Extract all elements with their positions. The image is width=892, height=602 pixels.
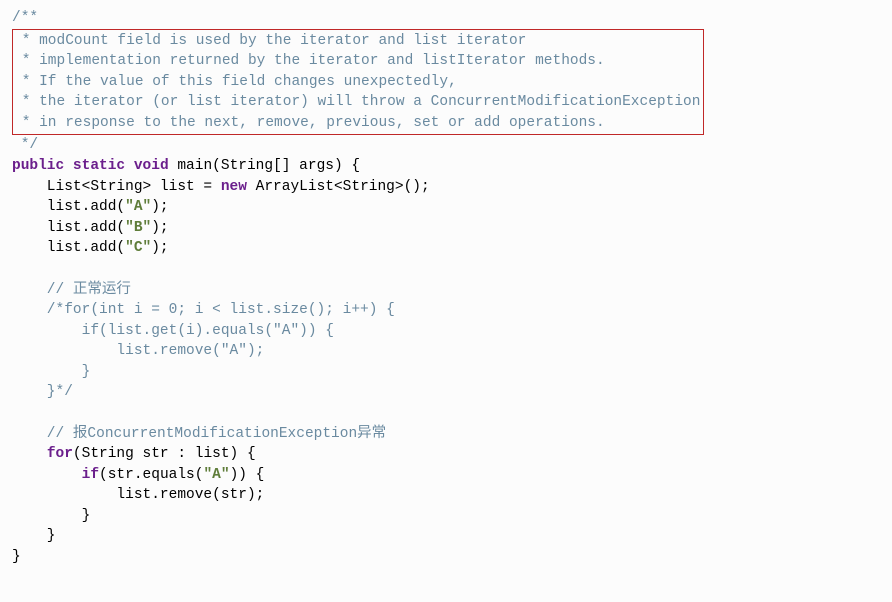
highlight-box: * modCount field is used by the iterator… — [12, 29, 704, 136]
add-b: ); — [151, 220, 168, 236]
doc-star: * — [13, 115, 39, 131]
add-b: ); — [151, 240, 168, 256]
doc-line-2: implementation returned by the iterator … — [39, 53, 605, 69]
comment-ok: // 正常运行 — [12, 282, 131, 298]
add-a: list.add( — [12, 240, 125, 256]
doc-star: * — [13, 33, 39, 49]
kw-if: if — [82, 467, 99, 483]
doc-close: */ — [12, 137, 38, 153]
if2-c: )) { — [230, 467, 265, 483]
add-a: list.add( — [12, 220, 125, 236]
doc-star: * — [13, 53, 39, 69]
kw-for: for — [47, 446, 73, 462]
list-decl-a: List<String> list = — [12, 179, 221, 195]
str-a: "A" — [125, 199, 151, 215]
doc-line-4: the iterator (or list iterator) will thr… — [39, 94, 700, 110]
sp — [64, 158, 73, 174]
commented-for-brace1: } — [12, 364, 90, 380]
commented-for-brace2: }*/ — [12, 384, 73, 400]
add-b: ); — [151, 199, 168, 215]
str-c: "C" — [125, 240, 151, 256]
kw-new: new — [221, 179, 247, 195]
code-block: /** * modCount field is used by the iter… — [12, 8, 880, 568]
if2-b: (str.equals( — [99, 467, 203, 483]
method-sig: main(String[] args) { — [169, 158, 360, 174]
str-b: "B" — [125, 220, 151, 236]
if2-indent — [12, 467, 82, 483]
doc-open: /** — [12, 10, 38, 26]
commented-for-if: if(list.get(i).equals("A")) { — [12, 323, 334, 339]
remove-line: list.remove(str); — [12, 487, 264, 503]
list-decl-b: ArrayList<String>(); — [247, 179, 430, 195]
str-a-2: "A" — [203, 467, 229, 483]
kw-public: public — [12, 158, 64, 174]
commented-for-open: /*for(int i = 0; i < list.size(); i++) { — [12, 302, 395, 318]
kw-static: static — [73, 158, 125, 174]
add-a: list.add( — [12, 199, 125, 215]
doc-line-5: in response to the next, remove, previou… — [39, 115, 605, 131]
brace-close-3: } — [12, 549, 21, 565]
brace-close-2: } — [12, 528, 56, 544]
brace-close-1: } — [12, 508, 90, 524]
for2-indent — [12, 446, 47, 462]
commented-for-remove: list.remove("A"); — [12, 343, 264, 359]
comment-error: // 报ConcurrentModificationException异常 — [12, 426, 386, 442]
kw-void: void — [134, 158, 169, 174]
doc-star: * — [13, 94, 39, 110]
doc-line-1: modCount field is used by the iterator a… — [39, 33, 526, 49]
for2-rest: (String str : list) { — [73, 446, 256, 462]
sp — [125, 158, 134, 174]
doc-star: * — [13, 74, 39, 90]
doc-line-3: If the value of this field changes unexp… — [39, 74, 457, 90]
